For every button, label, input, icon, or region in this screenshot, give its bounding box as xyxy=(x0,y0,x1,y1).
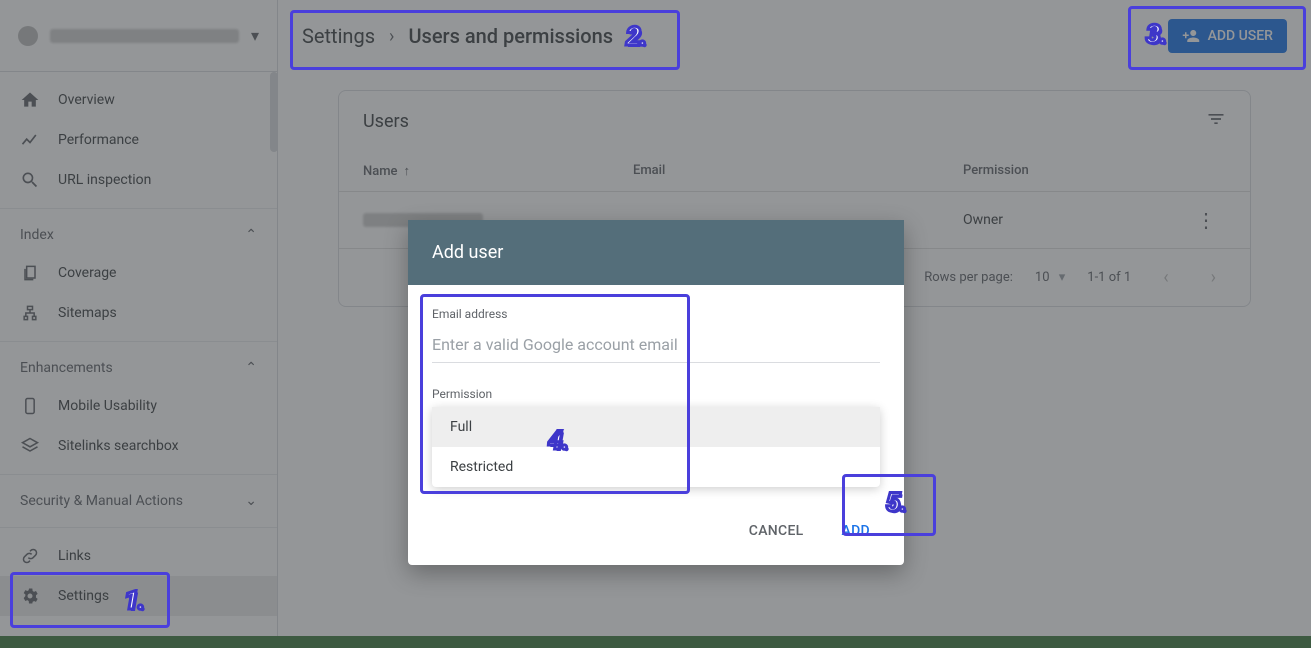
email-field[interactable] xyxy=(432,327,880,363)
permission-dropdown: Full Restricted xyxy=(432,407,880,487)
add-button[interactable]: ADD xyxy=(828,515,884,547)
modal-title: Add user xyxy=(408,220,904,285)
option-full[interactable]: Full xyxy=(432,407,880,447)
email-label: Email address xyxy=(432,307,880,321)
add-user-modal: Add user Email address Permission Full R… xyxy=(408,220,904,565)
cancel-button[interactable]: CANCEL xyxy=(735,515,818,547)
option-restricted[interactable]: Restricted xyxy=(432,447,880,487)
permission-label: Permission xyxy=(432,387,880,401)
